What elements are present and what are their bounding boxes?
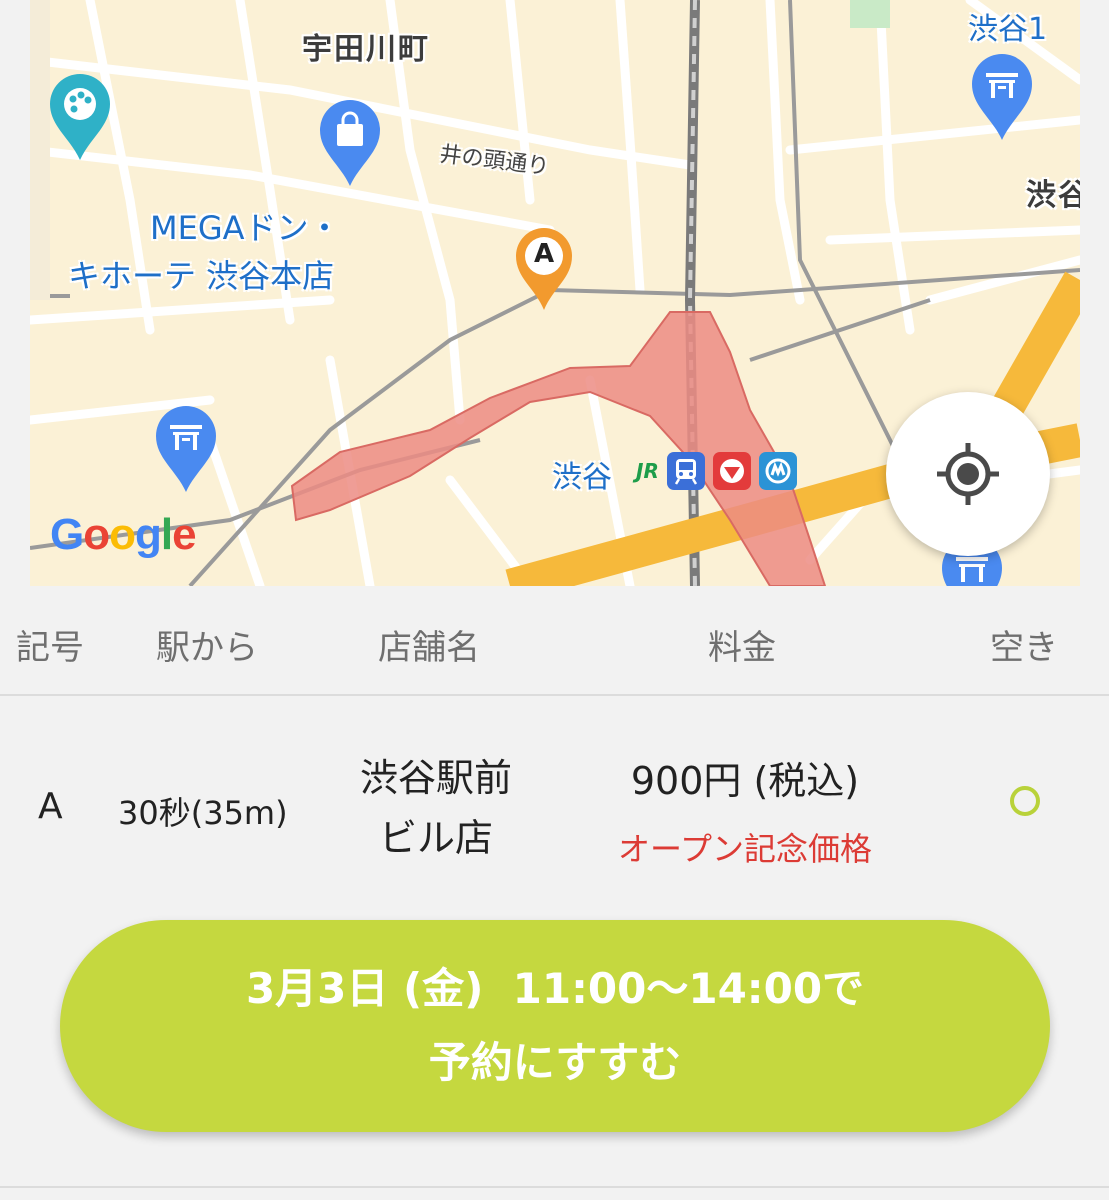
google-logo-letter: o xyxy=(109,510,136,559)
google-logo-letter: G xyxy=(50,510,84,559)
google-logo: Google xyxy=(50,510,197,560)
header-code: 記号 xyxy=(16,628,84,668)
row-price-note: オープン記念価格 xyxy=(617,830,873,868)
place-name-line2: キホーテ 渋谷本店 xyxy=(68,257,335,295)
reserve-button-line2: 予約にすすむ xyxy=(428,1038,682,1087)
availability-circle-icon xyxy=(1010,786,1040,816)
reserve-button-line1: 3月3日 (金) 11:00〜14:00で xyxy=(245,964,865,1013)
station-label: 渋谷 xyxy=(552,460,612,495)
row-code: A xyxy=(38,786,63,827)
jr-label: JR xyxy=(636,459,659,483)
row-store-name: 渋谷駅前 ビル店 xyxy=(336,748,536,868)
tokyu-line-icon xyxy=(712,452,751,490)
row-store-name-line2: ビル店 xyxy=(378,816,493,860)
my-location-button[interactable] xyxy=(886,392,1050,556)
row-distance: 30秒(35m) xyxy=(118,794,288,832)
google-logo-letter: o xyxy=(83,510,110,559)
my-location-icon xyxy=(937,443,999,505)
row-price: 900円 (税込) xyxy=(630,759,860,803)
table-row[interactable]: A 30秒(35m) 渋谷駅前 ビル店 900円 (税込) オープン記念価格 xyxy=(0,696,1109,896)
store-marker-letter: A xyxy=(533,239,555,269)
google-logo-letter: e xyxy=(172,510,197,559)
row-store-name-line1: 渋谷駅前 xyxy=(359,756,512,800)
google-logo-letter: g xyxy=(135,510,162,559)
area-label: 宇田川町 xyxy=(302,32,430,67)
torii-gate-pin-icon[interactable] xyxy=(154,404,218,498)
tokyo-metro-icon xyxy=(758,452,797,490)
header-store: 店舗名 xyxy=(378,628,480,668)
edge-label-right: 渋谷 xyxy=(1026,178,1080,213)
google-logo-letter: l xyxy=(160,510,173,559)
palette-pin-icon[interactable] xyxy=(48,72,112,166)
header-availability: 空き xyxy=(990,628,1058,668)
shopping-bag-pin-icon[interactable] xyxy=(318,98,382,192)
divider xyxy=(0,1186,1109,1188)
store-marker-a[interactable]: A xyxy=(514,226,574,316)
table-header: 記号 駅から 店舗名 料金 空き xyxy=(0,596,1109,696)
header-price: 料金 xyxy=(708,628,776,668)
map-view[interactable]: 宇田川町 井の頭通り MEGAドン・ キホーテ 渋谷本店 渋谷 渋谷1 渋谷 A… xyxy=(30,0,1080,586)
train-icon xyxy=(666,452,705,490)
header-distance: 駅から xyxy=(156,628,258,668)
reserve-button[interactable]: 3月3日 (金) 11:00〜14:00で 予約にすすむ xyxy=(60,920,1050,1132)
torii-gate-pin-icon[interactable] xyxy=(970,52,1034,146)
place-name-line1: MEGAドン・ xyxy=(150,209,341,247)
edge-label-top: 渋谷1 xyxy=(968,12,1048,47)
station-line-badges: JR xyxy=(636,452,797,490)
